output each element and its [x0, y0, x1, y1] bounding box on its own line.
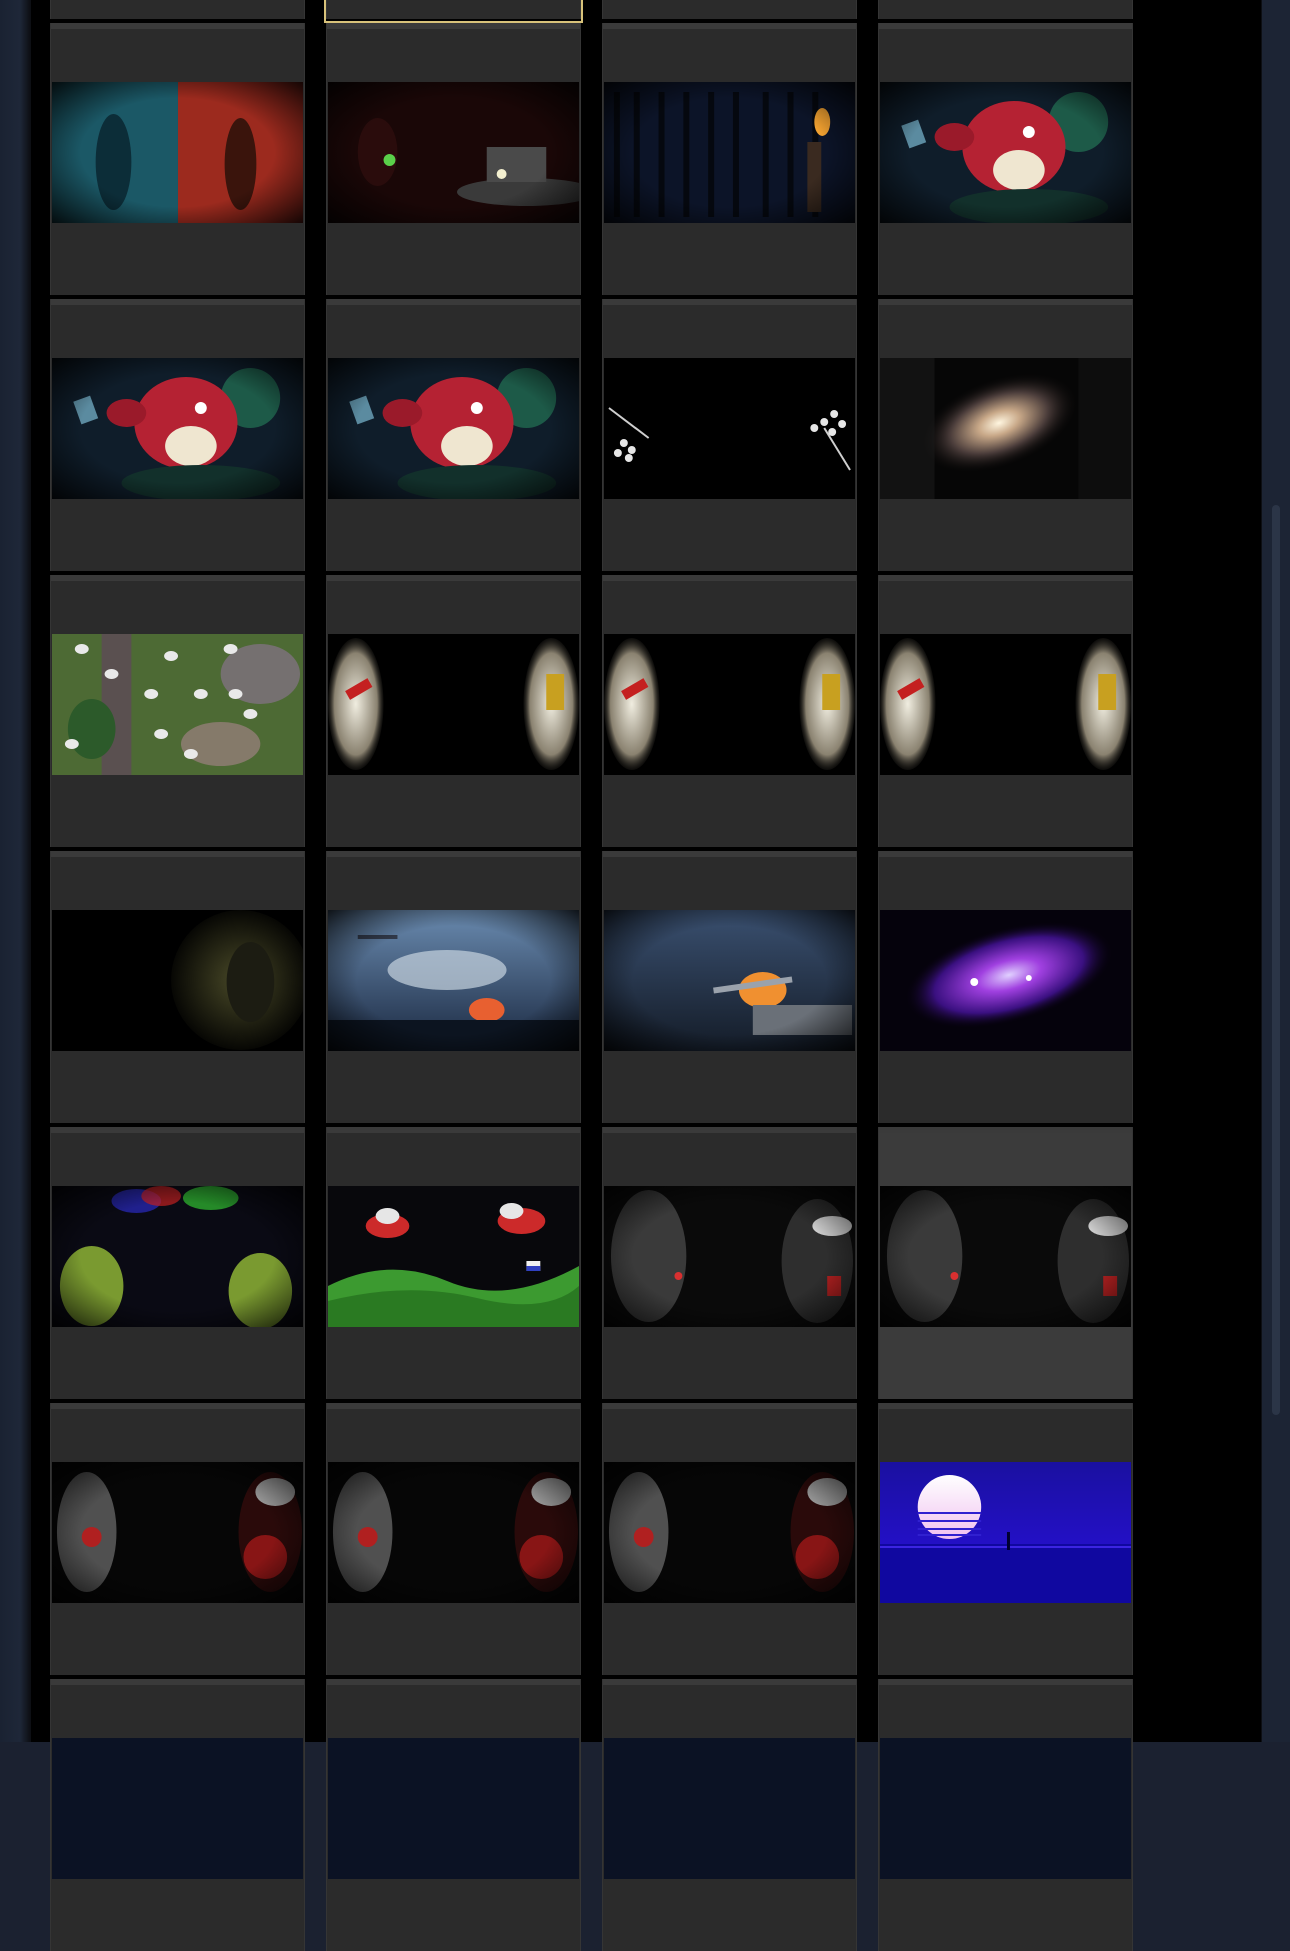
wallpaper-card[interactable] — [602, 299, 857, 571]
card-separator — [879, 23, 1132, 29]
wallpaper-thumbnail[interactable] — [328, 358, 579, 499]
wallpaper-card[interactable] — [878, 851, 1133, 1123]
wallpaper-thumbnail[interactable] — [604, 358, 855, 499]
wallpaper-card[interactable] — [50, 0, 305, 19]
scrollbar-thumb[interactable] — [1272, 505, 1280, 1415]
wallpaper-thumbnail[interactable] — [604, 1186, 855, 1327]
card-separator — [51, 1127, 304, 1133]
wallpaper-card[interactable] — [50, 1127, 305, 1399]
wallpaper-thumbnail[interactable] — [880, 82, 1131, 223]
wallpaper-card[interactable] — [878, 299, 1133, 571]
wallpaper-thumbnail[interactable] — [604, 1738, 855, 1879]
wallpaper-card[interactable] — [326, 23, 581, 295]
card-separator — [51, 1679, 304, 1685]
wallpaper-card[interactable] — [602, 1679, 857, 1951]
card-separator — [327, 575, 580, 581]
wallpaper-card[interactable] — [602, 1127, 857, 1399]
wallpaper-thumbnail[interactable] — [52, 634, 303, 775]
wallpaper-thumbnail[interactable] — [328, 82, 579, 223]
wallpaper-card[interactable] — [50, 1403, 305, 1675]
wallpaper-card[interactable] — [50, 851, 305, 1123]
wallpaper-card[interactable] — [326, 575, 581, 847]
wallpaper-card[interactable] — [602, 0, 857, 19]
wallpaper-thumbnail[interactable] — [52, 82, 303, 223]
card-separator — [327, 1127, 580, 1133]
card-separator — [603, 575, 856, 581]
wallpaper-thumbnail[interactable] — [328, 1186, 579, 1327]
wallpaper-thumbnail[interactable] — [604, 82, 855, 223]
wallpaper-thumbnail[interactable] — [52, 1738, 303, 1879]
wallpaper-thumbnail[interactable] — [880, 1462, 1131, 1603]
wallpaper-thumbnail[interactable] — [880, 358, 1131, 499]
card-separator — [879, 851, 1132, 857]
wallpaper-card[interactable] — [50, 575, 305, 847]
card-separator — [51, 575, 304, 581]
wallpaper-card[interactable] — [326, 851, 581, 1123]
wallpaper-card[interactable] — [602, 23, 857, 295]
wallpaper-thumbnail[interactable] — [880, 634, 1131, 775]
wallpaper-card[interactable] — [602, 1403, 857, 1675]
wallpaper-card[interactable] — [326, 1403, 581, 1675]
wallpaper-thumbnail[interactable] — [328, 1738, 579, 1879]
wallpaper-card[interactable] — [878, 575, 1133, 847]
card-separator — [51, 851, 304, 857]
wallpaper-card[interactable] — [50, 1679, 305, 1951]
wallpaper-card[interactable] — [602, 575, 857, 847]
wallpaper-thumbnail[interactable] — [880, 1186, 1131, 1327]
wallpaper-card[interactable] — [602, 851, 857, 1123]
card-separator — [51, 299, 304, 305]
card-separator — [327, 1679, 580, 1685]
card-separator — [603, 1403, 856, 1409]
wallpaper-card[interactable] — [326, 1679, 581, 1951]
card-separator — [603, 1679, 856, 1685]
wallpaper-thumbnail[interactable] — [604, 910, 855, 1051]
card-separator — [879, 1127, 1132, 1133]
wallpaper-card[interactable] — [878, 1679, 1133, 1951]
wallpaper-thumbnail[interactable] — [880, 910, 1131, 1051]
card-separator — [51, 1403, 304, 1409]
card-separator — [327, 23, 580, 29]
wallpaper-thumbnail[interactable] — [52, 1186, 303, 1327]
wallpaper-thumbnail[interactable] — [52, 358, 303, 499]
card-separator — [327, 299, 580, 305]
wallpaper-thumbnail[interactable] — [328, 910, 579, 1051]
card-separator — [879, 575, 1132, 581]
wallpaper-thumbnail[interactable] — [880, 1738, 1131, 1879]
wallpaper-card[interactable] — [878, 1127, 1133, 1399]
wallpaper-thumbnail[interactable] — [52, 1462, 303, 1603]
card-separator — [327, 851, 580, 857]
wallpaper-thumbnail[interactable] — [604, 1462, 855, 1603]
card-separator — [879, 1403, 1132, 1409]
wallpaper-card[interactable] — [878, 23, 1133, 295]
card-separator — [51, 23, 304, 29]
wallpaper-thumbnail[interactable] — [328, 1462, 579, 1603]
wallpaper-card[interactable] — [50, 23, 305, 295]
wallpaper-thumbnail[interactable] — [52, 910, 303, 1051]
card-separator — [327, 1403, 580, 1409]
wallpaper-card[interactable] — [50, 299, 305, 571]
wallpaper-card[interactable] — [878, 0, 1133, 19]
card-separator — [879, 299, 1132, 305]
card-separator — [879, 1679, 1132, 1685]
card-separator — [603, 23, 856, 29]
card-separator — [603, 1127, 856, 1133]
card-separator — [603, 851, 856, 857]
wallpaper-thumbnail[interactable] — [328, 634, 579, 775]
wallpaper-card[interactable] — [878, 1403, 1133, 1675]
wallpaper-thumbnail[interactable] — [604, 634, 855, 775]
wallpaper-card[interactable] — [326, 0, 581, 19]
card-separator — [603, 299, 856, 305]
wallpaper-card[interactable] — [326, 299, 581, 571]
wallpaper-card[interactable] — [326, 1127, 581, 1399]
